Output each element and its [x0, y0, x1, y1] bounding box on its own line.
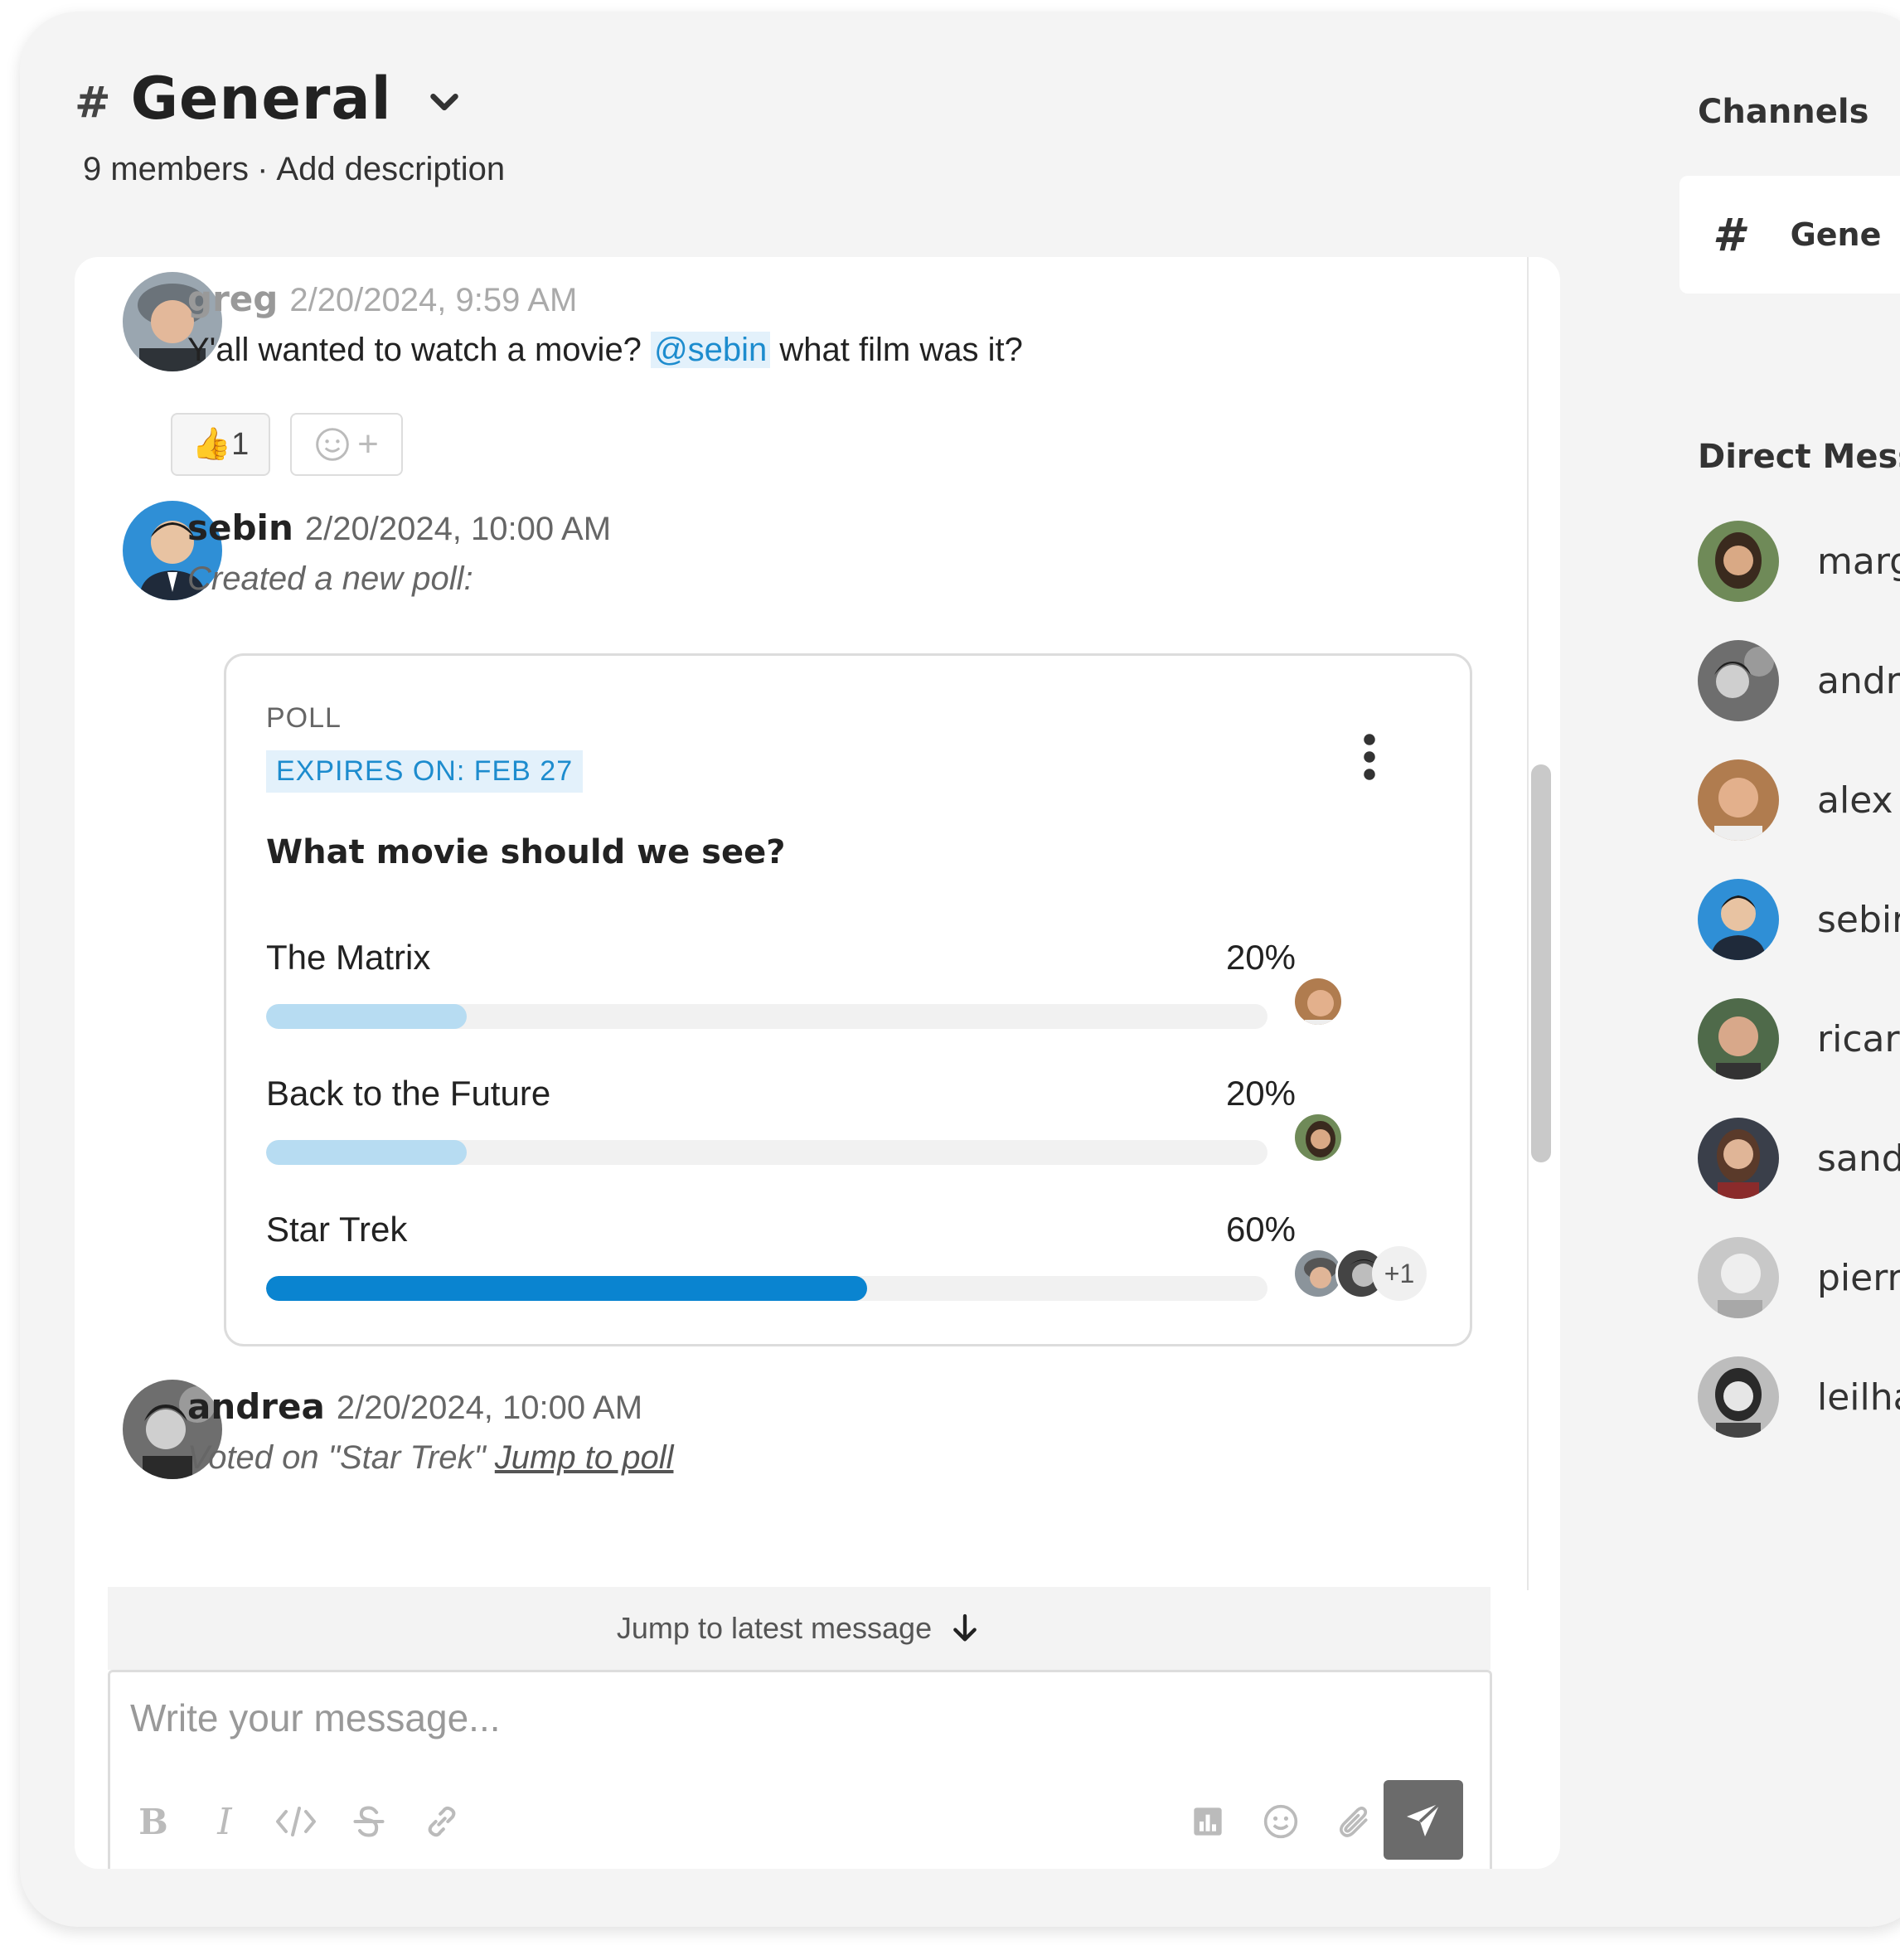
voter-avatar[interactable] — [1292, 1112, 1344, 1163]
poll-option-percent: 20% — [1225, 1074, 1296, 1113]
poll-card: POLL EXPIRES ON: FEB 27 What movie shoul… — [224, 653, 1472, 1346]
avatar — [1698, 1356, 1779, 1438]
emoji-icon[interactable] — [1258, 1798, 1304, 1845]
scrollbar-thumb[interactable] — [1531, 764, 1551, 1162]
message-timestamp: 2/20/2024, 10:00 AM — [336, 1390, 643, 1426]
message-text-part: Y'all wanted to watch a movie? — [187, 332, 642, 368]
dm-item[interactable]: pierr — [1698, 1237, 1900, 1318]
channel-subtitle: 9 members · Add description — [83, 151, 505, 188]
channel-hash-icon: # — [75, 78, 111, 128]
dm-item[interactable]: leilha — [1698, 1356, 1900, 1438]
arrow-down-icon — [953, 1613, 977, 1642]
poll-option-bar-fill — [266, 1004, 467, 1029]
sidebar-channel-general[interactable]: # Gene — [1679, 176, 1900, 294]
dm-name: sebir — [1817, 898, 1900, 941]
user-mention[interactable]: @sebin — [651, 332, 771, 368]
poll-option-bar[interactable] — [266, 1004, 1267, 1029]
more-voters-badge[interactable]: +1 — [1372, 1246, 1427, 1301]
send-icon — [1407, 1802, 1442, 1836]
reaction-count: 1 — [231, 426, 250, 462]
italic-icon[interactable]: I — [201, 1798, 248, 1845]
member-count[interactable]: 9 members — [83, 151, 249, 188]
dm-item[interactable]: marg — [1698, 521, 1900, 602]
dm-name: pierr — [1817, 1256, 1900, 1299]
message-text: Voted on "Star Trek" Jump to poll — [187, 1439, 673, 1477]
message-header: sebin 2/20/2024, 10:00 AM — [187, 507, 611, 548]
link-icon[interactable] — [419, 1798, 465, 1845]
dm-name: ricar — [1817, 1017, 1900, 1060]
avatar — [1698, 1118, 1779, 1199]
message-timestamp: 2/20/2024, 9:59 AM — [289, 282, 578, 318]
avatar — [1698, 879, 1779, 960]
dm-item[interactable]: sebir — [1698, 879, 1900, 960]
message-header: andrea 2/20/2024, 10:00 AM — [187, 1386, 642, 1427]
dm-item[interactable]: sand — [1698, 1118, 1900, 1199]
add-reaction-button[interactable]: + — [290, 413, 403, 476]
message-username[interactable]: greg — [187, 279, 278, 319]
add-description-link[interactable]: Add description — [276, 151, 505, 188]
poll-option-bar[interactable] — [266, 1276, 1267, 1301]
message-header: greg 2/20/2024, 9:59 AM — [187, 279, 577, 319]
reaction-thumbs-up[interactable]: 👍 1 — [171, 413, 270, 476]
thumbs-up-emoji: 👍 — [191, 427, 232, 462]
message-text: Created a new poll: — [187, 560, 473, 597]
poll-label: POLL — [266, 702, 342, 734]
dm-name: andr — [1817, 659, 1900, 702]
avatar — [1698, 1237, 1779, 1318]
dm-name: alex — [1817, 779, 1893, 822]
chat-panel: greg 2/20/2024, 9:59 AM Y'all wanted to … — [75, 257, 1560, 1869]
jump-to-poll-link[interactable]: Jump to poll — [495, 1439, 674, 1476]
message-text-part: what film was it? — [779, 332, 1023, 368]
poll-question: What movie should we see? — [266, 833, 786, 871]
dm-item[interactable]: andr — [1698, 640, 1900, 721]
dm-name: leilha — [1817, 1375, 1900, 1419]
poll-option-bar[interactable] — [266, 1140, 1267, 1165]
dm-name: sand — [1817, 1137, 1900, 1180]
channels-heading: Channels — [1698, 93, 1869, 131]
poll-option-label[interactable]: Back to the Future — [266, 1074, 550, 1113]
poll-icon[interactable] — [1185, 1798, 1231, 1845]
sidebar-channel-label: Gene — [1790, 216, 1882, 253]
message-composer: B I — [108, 1670, 1492, 1869]
poll-option-label[interactable]: Star Trek — [266, 1210, 407, 1249]
dm-item[interactable]: ricar — [1698, 998, 1900, 1079]
more-options-icon[interactable] — [1357, 732, 1382, 782]
poll-option-percent: 20% — [1225, 938, 1296, 977]
code-icon[interactable] — [273, 1798, 319, 1845]
message-text-part: Voted on "Star Trek" — [187, 1439, 486, 1476]
avatar — [1698, 521, 1779, 602]
direct-messages-heading: Direct Mess — [1698, 438, 1900, 476]
message-input[interactable] — [130, 1689, 1374, 1747]
jump-to-latest-button[interactable]: Jump to latest message — [108, 1587, 1490, 1670]
poll-option-percent: 60% — [1225, 1210, 1296, 1249]
poll-expiry-badge: EXPIRES ON: FEB 27 — [266, 750, 584, 793]
message-text: Y'all wanted to watch a movie? @sebin wh… — [187, 332, 1023, 369]
chevron-down-icon[interactable] — [425, 84, 463, 122]
avatar — [1698, 759, 1779, 841]
send-button[interactable] — [1384, 1780, 1463, 1860]
jump-to-latest-label: Jump to latest message — [616, 1611, 933, 1645]
message-username[interactable]: andrea — [187, 1386, 325, 1427]
dm-item[interactable]: alex — [1698, 759, 1893, 841]
poll-option-bar-fill — [266, 1276, 867, 1301]
dm-name: marg — [1817, 540, 1900, 583]
voter-avatar[interactable] — [1292, 976, 1344, 1027]
avatar — [1698, 640, 1779, 721]
emoji-icon — [316, 428, 349, 461]
poll-option-bar-fill — [266, 1140, 467, 1165]
avatar — [1698, 998, 1779, 1079]
attachment-icon[interactable] — [1330, 1798, 1377, 1845]
channel-hash-icon: # — [1713, 208, 1744, 261]
channel-title[interactable]: General — [131, 65, 392, 133]
plus-icon: + — [357, 424, 379, 464]
bold-icon[interactable]: B — [130, 1798, 177, 1845]
message-username[interactable]: sebin — [187, 507, 293, 548]
message-timestamp: 2/20/2024, 10:00 AM — [304, 511, 612, 547]
poll-option-label[interactable]: The Matrix — [266, 938, 430, 978]
separator: · — [257, 151, 269, 187]
strikethrough-icon[interactable] — [346, 1798, 392, 1845]
channel-header: # General — [75, 65, 463, 133]
app-window: # General 9 members · Add description gr… — [20, 12, 1900, 1927]
